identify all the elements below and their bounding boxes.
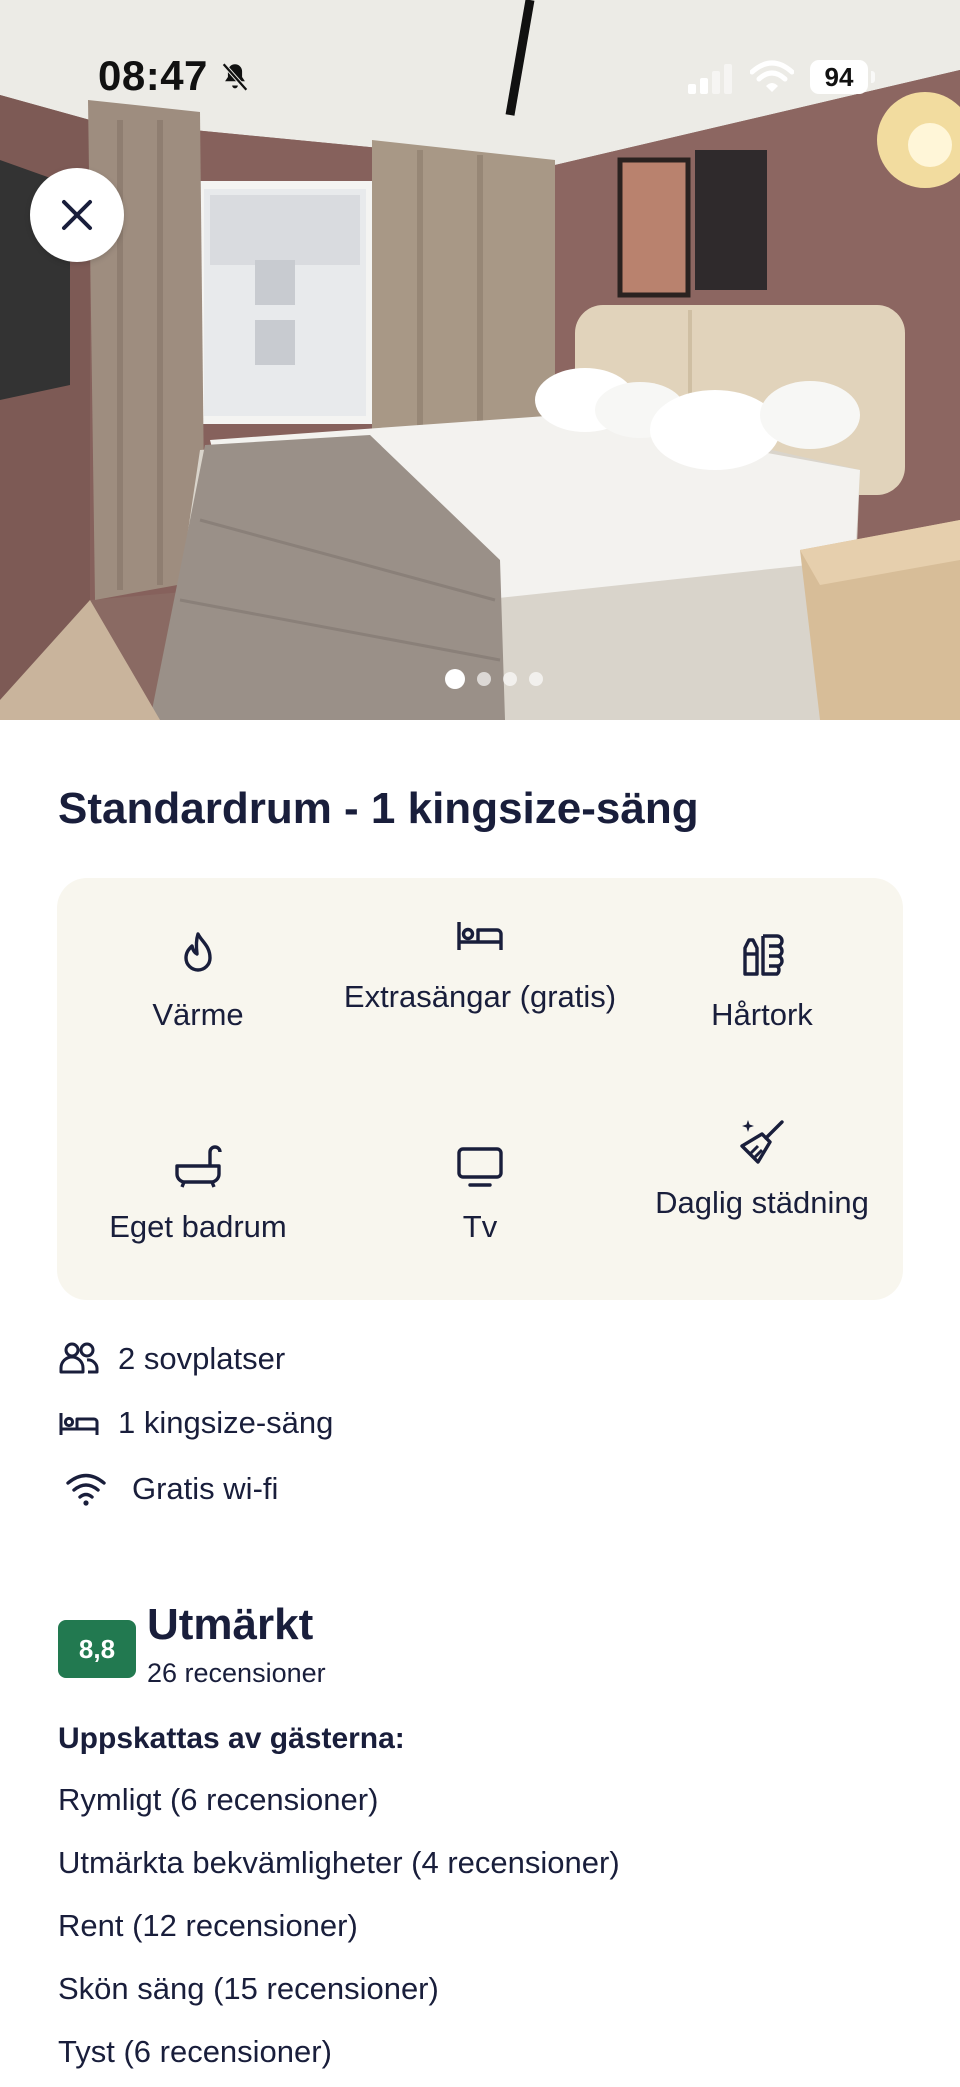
gallery-pagination[interactable] — [0, 669, 960, 689]
close-icon — [62, 200, 92, 230]
amenity-tv: Tv — [339, 1140, 621, 1248]
status-bar: 08:47 94 — [0, 0, 960, 150]
gallery-dot[interactable] — [477, 672, 491, 686]
amenity-extra-beds: Extrasängar (gratis) — [339, 910, 621, 1018]
gallery-dot[interactable] — [445, 669, 465, 689]
amenity-private-bathroom: Eget badrum — [57, 1140, 339, 1248]
list-item: Tyst (6 recensioner) — [58, 2034, 332, 2069]
bed-icon — [59, 1413, 99, 1435]
feature-bed: 1 kingsize-säng — [58, 1402, 333, 1444]
close-button[interactable] — [30, 168, 124, 262]
review-count[interactable]: 26 recensioner — [147, 1658, 326, 1689]
amenity-label: Daglig städning — [655, 1185, 869, 1220]
feature-sleeps: 2 sovplatser — [58, 1338, 285, 1380]
wifi-icon — [66, 1473, 106, 1506]
people-icon — [59, 1342, 99, 1374]
feature-label: 1 kingsize-säng — [118, 1405, 334, 1440]
amenity-label: Tv — [462, 1209, 498, 1244]
list-item: Utmärkta bekvämligheter (4 recensioner) — [58, 1845, 620, 1880]
rating-score-badge: 8,8 — [58, 1620, 136, 1678]
bathtub-icon — [175, 1145, 222, 1188]
gallery-dot[interactable] — [529, 672, 543, 686]
room-details: Standardrum - 1 kingsize-säng Värme Extr… — [0, 720, 960, 2087]
cellular-signal-icon — [688, 64, 732, 94]
feature-label: 2 sovplatser — [118, 1341, 286, 1376]
cleaning-icon — [740, 1120, 784, 1164]
amenity-label: Extrasängar (gratis) — [343, 979, 617, 1014]
list-item: Skön säng (15 recensioner) — [58, 1971, 439, 2006]
hair-dryer-icon — [743, 934, 784, 976]
bed-icon — [457, 922, 503, 950]
feature-label: Gratis wi-fi — [132, 1471, 279, 1506]
appreciated-heading: Uppskattas av gästerna: — [58, 1722, 405, 1755]
battery-indicator: 94 — [810, 60, 875, 94]
amenity-hair-dryer: Hårtork — [621, 928, 903, 1036]
amenity-heating: Värme — [57, 928, 339, 1036]
status-time: 08:47 — [98, 52, 208, 99]
list-item: Rymligt (6 recensioner) — [58, 1782, 379, 1817]
silent-bell-icon — [222, 62, 248, 92]
amenity-label: Eget badrum — [109, 1209, 287, 1244]
gallery-dot[interactable] — [503, 672, 517, 686]
wifi-status-icon — [750, 60, 794, 92]
feature-wifi: Gratis wi-fi — [58, 1468, 278, 1510]
list-item: Rent (12 recensioner) — [58, 1908, 358, 1943]
amenities-panel: Värme Extrasängar (gratis) Hårtork Eget … — [57, 878, 903, 1300]
amenity-label: Värme — [152, 997, 244, 1032]
fire-icon — [184, 932, 212, 972]
tv-icon — [457, 1147, 503, 1187]
rating-label: Utmärkt — [147, 1600, 314, 1649]
room-photo-gallery[interactable]: 08:47 94 — [0, 0, 960, 720]
room-title: Standardrum - 1 kingsize-säng — [58, 784, 699, 833]
amenity-label: Hårtork — [711, 997, 813, 1032]
amenity-daily-cleaning: Daglig städning — [621, 1116, 903, 1224]
